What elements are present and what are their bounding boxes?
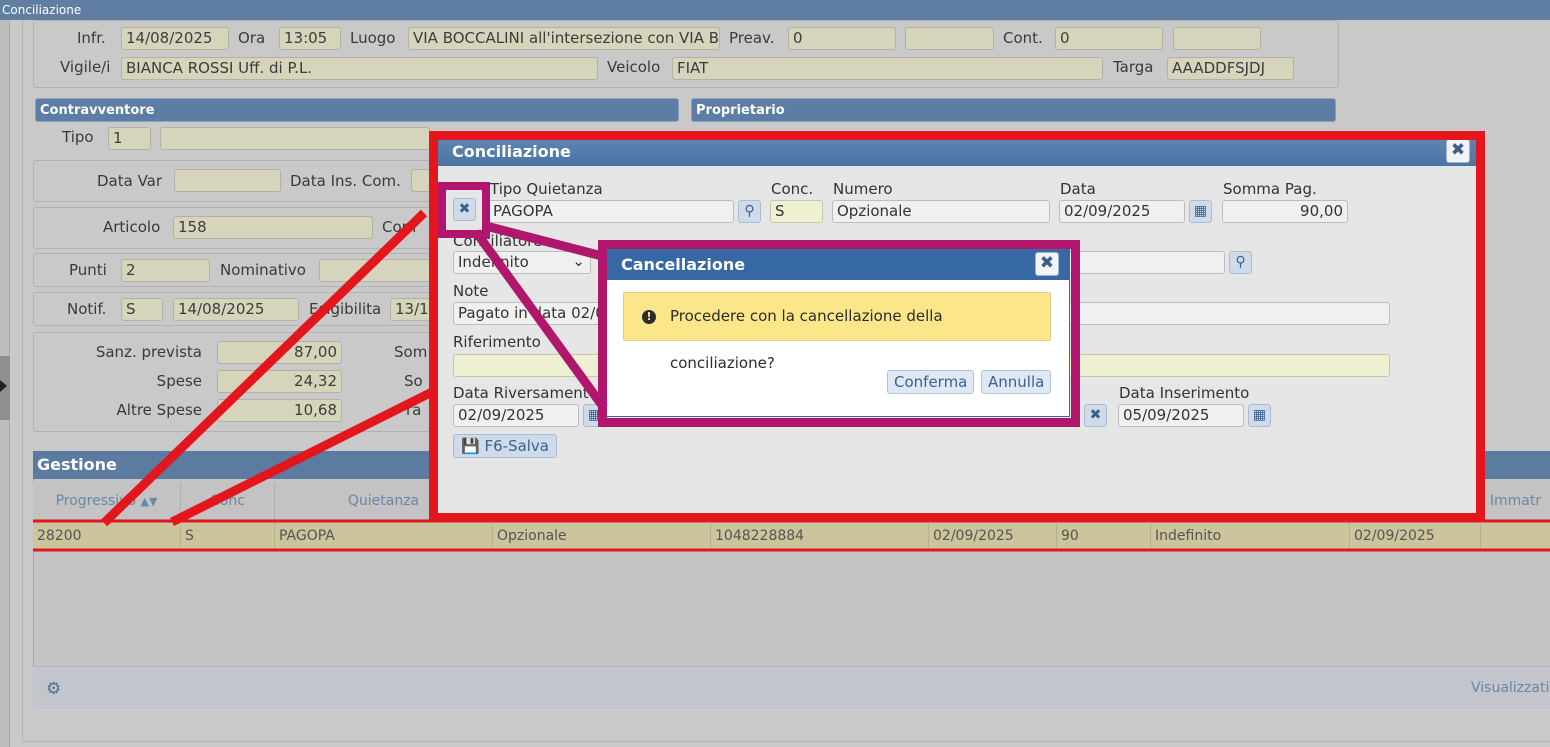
notif-flag-field[interactable]: S: [121, 298, 163, 321]
sanz-prevista-field[interactable]: 87,00: [217, 341, 342, 364]
visualizzati-label: Visualizzati: [1471, 680, 1550, 696]
cell-identificativo: 1048228884: [711, 523, 929, 550]
articolo-field[interactable]: 158: [173, 216, 373, 239]
nominativo-field[interactable]: [319, 259, 433, 282]
annotation-magenta-box: [598, 240, 1080, 427]
contravventore-header: Contravventore: [35, 98, 679, 122]
infr-date-field[interactable]: 14/08/2025: [121, 27, 229, 50]
preav-extra-field[interactable]: [905, 27, 994, 50]
spese-label: Spese: [156, 372, 202, 390]
veicolo-field[interactable]: FIAT: [672, 57, 1103, 80]
annotation-magenta-small-box: [438, 182, 490, 238]
col-conc[interactable]: Conc: [181, 482, 275, 520]
ra-label: ra: [406, 401, 422, 419]
esigibilita-label: Esigibilita: [309, 300, 382, 318]
esigibilita-field[interactable]: 13/1: [390, 298, 433, 321]
preav-field[interactable]: 0: [788, 27, 896, 50]
cont-label: Cont.: [1003, 29, 1043, 47]
so-label: So: [404, 372, 423, 390]
sanz-prevista-label: Sanz. prevista: [95, 343, 202, 361]
targa-label: Targa: [1113, 58, 1154, 76]
altre-spese-field[interactable]: 10,68: [217, 399, 342, 422]
window-title: Conciliazione: [0, 0, 1550, 20]
targa-field[interactable]: AAADDFSJDJ: [1167, 57, 1294, 80]
spese-field[interactable]: 24,32: [217, 370, 342, 393]
data-ins-com-label: Data Ins. Com.: [290, 172, 401, 190]
ora-label: Ora: [238, 29, 266, 47]
data-var-field[interactable]: [174, 169, 281, 192]
infr-label: Infr.: [77, 29, 106, 47]
cell-somma: 90: [1057, 523, 1151, 550]
som-label: Som: [394, 343, 428, 361]
preav-label: Preav.: [729, 29, 775, 47]
table-row[interactable]: 28200 S PAGOPA Opzionale 1048228884 02/0…: [33, 523, 1550, 550]
ora-field[interactable]: 13:05: [279, 27, 341, 50]
expand-arrow-icon[interactable]: [0, 380, 7, 392]
nominativo-label: Nominativo: [220, 261, 306, 279]
cell-data-riversamento: 02/09/2025: [1350, 523, 1481, 550]
cont-extra-field[interactable]: [1173, 27, 1261, 50]
veicolo-label: Veicolo: [607, 58, 661, 76]
comma-label: Com: [382, 218, 417, 236]
col-progressivo[interactable]: Progressivo ▲▼: [33, 482, 181, 520]
tipo-field[interactable]: 1: [108, 127, 151, 150]
punti-label: Punti: [69, 261, 107, 279]
notif-date-field[interactable]: 14/08/2025: [173, 298, 299, 321]
notif-label: Notif.: [67, 300, 107, 318]
sort-icon[interactable]: ▲▼: [141, 495, 158, 508]
proprietario-header: Proprietario: [691, 98, 1336, 122]
tipo-desc-field[interactable]: [160, 127, 430, 150]
cell-conc: S: [181, 523, 275, 550]
altre-spese-label: Altre Spese: [116, 401, 202, 419]
grid-footer: [33, 666, 1550, 709]
vigile-label: Vigile/i: [60, 58, 111, 76]
punti-field[interactable]: 2: [121, 259, 210, 282]
cell-progressivo: 28200: [33, 523, 181, 550]
cont-field[interactable]: 0: [1055, 27, 1163, 50]
luogo-field[interactable]: VIA BOCCALINI all'intersezione con VIA B…: [408, 27, 720, 50]
cell-quietanza: PAGOPA: [275, 523, 493, 550]
col-progressivo-label: Progressivo: [55, 493, 137, 509]
cell-numero: Opzionale: [493, 523, 711, 550]
articolo-label: Articolo: [103, 218, 161, 236]
luogo-label: Luogo: [350, 29, 396, 47]
data-var-label: Data Var: [97, 172, 163, 190]
vigile-field[interactable]: BIANCA ROSSI Uff. di P.L.: [121, 57, 598, 80]
tipo-label: Tipo: [62, 128, 94, 146]
gear-icon[interactable]: ⚙: [46, 679, 61, 699]
cell-conciliatore: Indefinito: [1151, 523, 1350, 550]
col-immatr[interactable]: Immatr: [1481, 482, 1550, 520]
cell-data: 02/09/2025: [929, 523, 1057, 550]
